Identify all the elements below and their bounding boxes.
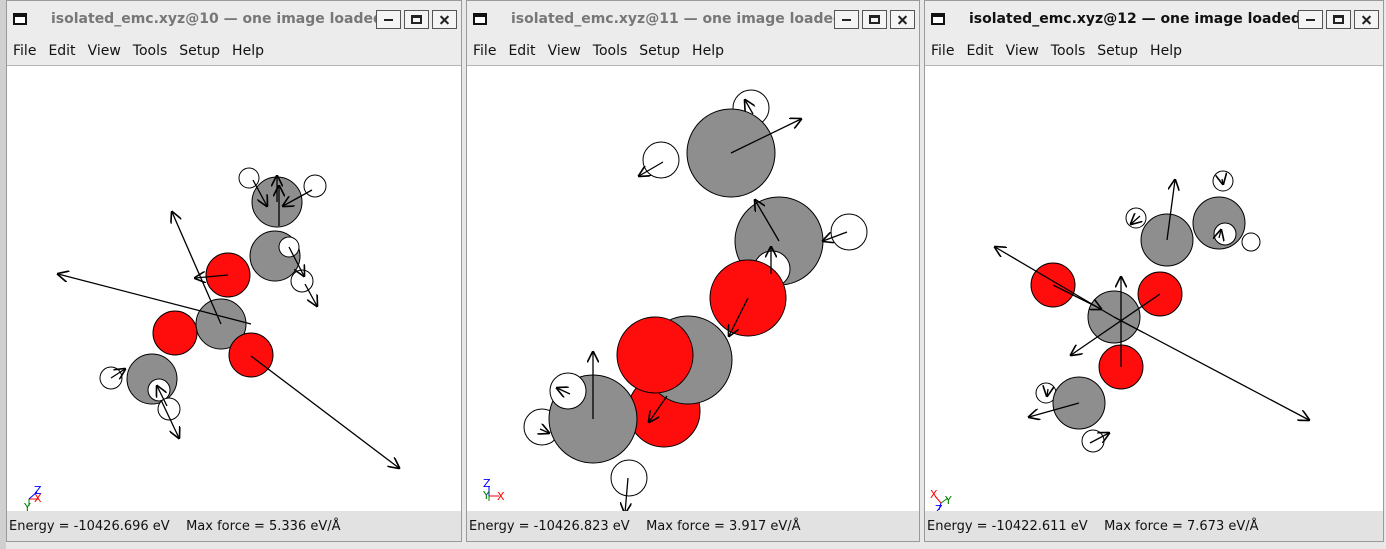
molecule-view[interactable]: X Y Z — [7, 66, 461, 511]
menu-help[interactable]: Help — [692, 43, 724, 59]
axis-y-label: Y — [482, 489, 490, 502]
hydrogen-atom — [830, 213, 868, 251]
axis-z-label: Z — [483, 477, 491, 490]
menu-view[interactable]: View — [548, 43, 581, 59]
molecule-canvas[interactable]: X Y Z — [925, 66, 1383, 511]
window-app-icon[interactable] — [13, 13, 27, 25]
menu-tools[interactable]: Tools — [593, 43, 628, 59]
menu-bar: File Edit View Tools Setup Help — [467, 37, 919, 66]
close-icon[interactable] — [1354, 9, 1379, 29]
title-bar[interactable]: isolated_emc.xyz@11 — one image loaded — [467, 1, 919, 37]
energy-readout: Energy = -10422.611 eV — [927, 518, 1088, 534]
axis-z-label: Z — [935, 503, 943, 511]
hydrogen-atom — [610, 459, 648, 497]
window-title: isolated_emc.xyz@11 — one image loaded — [511, 11, 834, 27]
status-spacer — [1090, 519, 1102, 534]
status-spacer — [632, 519, 644, 534]
max-force-readout: Max force = 7.673 eV/Å — [1104, 518, 1259, 534]
axis-x-label: X — [930, 488, 938, 501]
max-force-readout: Max force = 5.336 eV/Å — [186, 518, 341, 534]
menu-edit[interactable]: Edit — [508, 43, 535, 59]
axis-triad: X Y Z — [930, 488, 952, 511]
title-bar[interactable]: isolated_emc.xyz@10 — one image loaded — [7, 1, 461, 37]
menu-bar: File Edit View Tools Setup Help — [925, 37, 1383, 66]
axis-y-label: Y — [944, 494, 952, 507]
maximize-icon[interactable] — [1326, 9, 1351, 29]
window-app-icon[interactable] — [931, 13, 945, 25]
menu-setup[interactable]: Setup — [639, 43, 680, 59]
menu-help[interactable]: Help — [1150, 43, 1182, 59]
hydrogen-atom — [1241, 232, 1261, 252]
viewer-window-11[interactable]: isolated_emc.xyz@11 — one image loaded F… — [466, 0, 920, 542]
menu-setup[interactable]: Setup — [179, 43, 220, 59]
status-bar: Energy = -10426.823 eV Max force = 3.917… — [467, 511, 919, 541]
close-icon[interactable] — [432, 9, 457, 29]
molecule-canvas[interactable]: X Y Z — [7, 66, 461, 511]
hydrogen-atom — [1125, 207, 1147, 229]
viewer-window-12[interactable]: isolated_emc.xyz@12 — one image loaded F… — [924, 0, 1384, 542]
window-title: isolated_emc.xyz@10 — one image loaded — [51, 11, 376, 27]
menu-tools[interactable]: Tools — [133, 43, 168, 59]
close-icon[interactable] — [890, 9, 915, 29]
menu-file[interactable]: File — [931, 43, 954, 59]
menu-view[interactable]: View — [88, 43, 121, 59]
molecule-view[interactable]: X Y Z — [925, 66, 1383, 511]
status-bar: Energy = -10422.611 eV Max force = 7.673… — [925, 511, 1383, 541]
molecule-view[interactable]: X Y Z — [467, 66, 919, 511]
status-spacer — [172, 519, 184, 534]
hydrogen-atom — [303, 174, 327, 198]
maximize-icon[interactable] — [862, 9, 887, 29]
menu-file[interactable]: File — [473, 43, 496, 59]
menu-tools[interactable]: Tools — [1051, 43, 1086, 59]
minimize-icon[interactable] — [376, 9, 401, 29]
hydrogen-atom — [549, 372, 587, 410]
axis-z-label: Z — [34, 484, 42, 497]
status-bar: Energy = -10426.696 eV Max force = 5.336… — [7, 511, 461, 541]
molecule-canvas[interactable]: X Y Z — [467, 66, 919, 511]
menu-edit[interactable]: Edit — [48, 43, 75, 59]
max-force-readout: Max force = 3.917 eV/Å — [646, 518, 801, 534]
oxygen-atom — [1030, 262, 1076, 308]
maximize-icon[interactable] — [404, 9, 429, 29]
minimize-icon[interactable] — [834, 9, 859, 29]
oxygen-atom — [228, 332, 274, 378]
viewer-window-10[interactable]: isolated_emc.xyz@10 — one image loaded F… — [6, 0, 462, 542]
axis-x-label: X — [497, 490, 505, 503]
oxygen-atom — [152, 310, 198, 356]
menu-setup[interactable]: Setup — [1097, 43, 1138, 59]
menu-file[interactable]: File — [13, 43, 36, 59]
title-bar[interactable]: isolated_emc.xyz@12 — one image loaded — [925, 1, 1383, 37]
axis-triad: X Y Z — [482, 477, 505, 503]
axis-y-label: Y — [23, 501, 31, 511]
menu-bar: File Edit View Tools Setup Help — [7, 37, 461, 66]
menu-edit[interactable]: Edit — [966, 43, 993, 59]
hydrogen-atom — [1213, 222, 1237, 246]
energy-readout: Energy = -10426.696 eV — [9, 518, 170, 534]
menu-help[interactable]: Help — [232, 43, 264, 59]
window-app-icon[interactable] — [473, 13, 487, 25]
hydrogen-atom — [642, 141, 680, 179]
menu-view[interactable]: View — [1006, 43, 1039, 59]
force-arrow — [250, 355, 399, 468]
oxygen-atom — [616, 316, 694, 394]
minimize-icon[interactable] — [1298, 9, 1323, 29]
window-title: isolated_emc.xyz@12 — one image loaded — [969, 11, 1298, 27]
axis-triad: X Y Z — [23, 484, 42, 511]
energy-readout: Energy = -10426.823 eV — [469, 518, 630, 534]
